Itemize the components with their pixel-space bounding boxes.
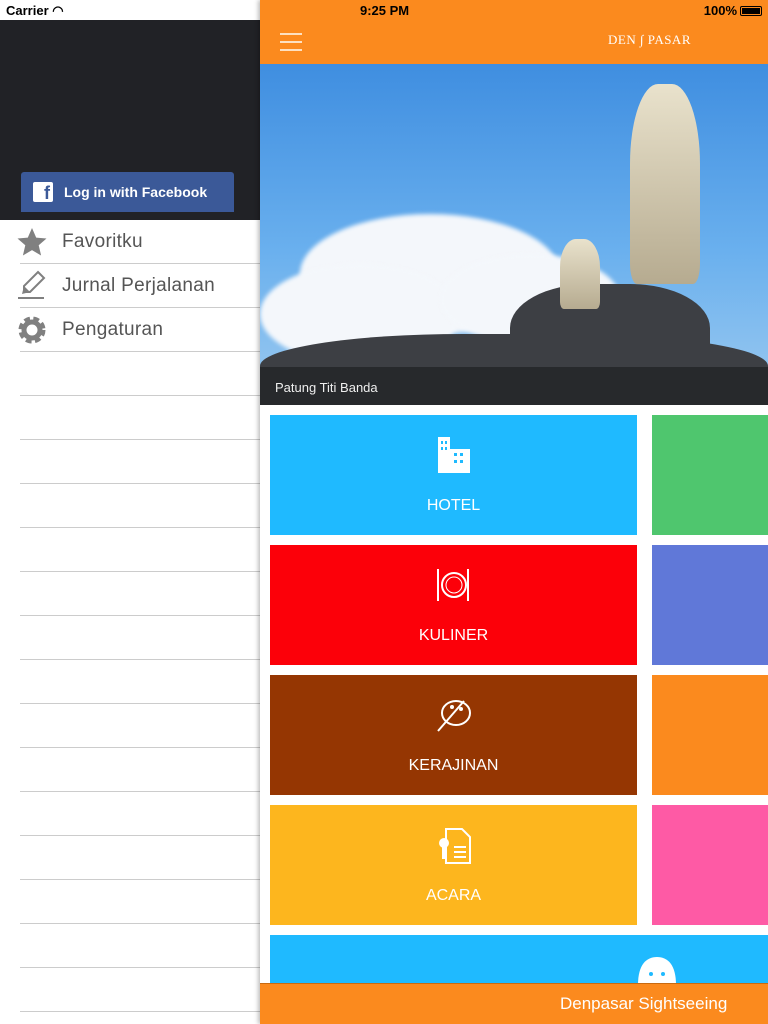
hero-image[interactable]: Patung Titi Banda bbox=[260, 64, 768, 405]
empty-row bbox=[20, 748, 260, 792]
time-label: 9:25 PM bbox=[360, 3, 410, 18]
sidebar: Carrier ◠ f Log in with Facebook Favoritk… bbox=[0, 0, 260, 1024]
empty-row bbox=[20, 704, 260, 748]
facebook-icon: f bbox=[33, 182, 53, 203]
empty-row bbox=[20, 792, 260, 836]
certificate-icon bbox=[438, 828, 471, 864]
tile-hotel[interactable]: HOTEL bbox=[270, 415, 637, 535]
sidebar-item-label: Jurnal Perjalanan bbox=[62, 274, 215, 296]
footer-bar: Denpasar Sightseeing bbox=[260, 983, 768, 1024]
tile-label: KULINER bbox=[418, 627, 489, 644]
footer-title: Denpasar Sightseeing bbox=[560, 994, 728, 1013]
sidebar-item-favoritku[interactable]: Favoritku bbox=[17, 220, 260, 264]
hero-caption: Patung Titi Banda bbox=[260, 367, 768, 405]
tile-side-orange[interactable] bbox=[652, 675, 768, 795]
plate-cutlery-icon bbox=[436, 569, 469, 601]
empty-row bbox=[20, 924, 260, 968]
tile-acara[interactable]: ACARA bbox=[270, 805, 637, 925]
empty-row bbox=[20, 484, 260, 528]
tile-kerajinan[interactable]: KERAJINAN bbox=[270, 675, 637, 795]
battery-status: 100% bbox=[704, 3, 762, 18]
tile-side-green[interactable] bbox=[652, 415, 768, 535]
gear-icon bbox=[18, 316, 46, 344]
empty-row bbox=[20, 572, 260, 616]
hamburger-menu-icon[interactable] bbox=[280, 33, 302, 57]
empty-row bbox=[20, 616, 260, 660]
empty-row bbox=[20, 880, 260, 924]
empty-row bbox=[20, 528, 260, 572]
empty-row bbox=[20, 352, 260, 396]
carrier-label: Carrier bbox=[6, 3, 49, 18]
tile-side-blue[interactable] bbox=[652, 545, 768, 665]
sidebar-item-pengaturan[interactable]: Pengaturan bbox=[18, 308, 260, 352]
pencil-icon bbox=[18, 270, 46, 299]
empty-row bbox=[20, 440, 260, 484]
sidebar-item-jurnal[interactable]: Jurnal Perjalanan bbox=[18, 264, 260, 308]
empty-row bbox=[20, 836, 260, 880]
star-icon bbox=[17, 228, 47, 256]
denpasar-logo: DEN ∫ PASAR bbox=[608, 32, 691, 47]
face-icon bbox=[638, 957, 676, 985]
facebook-login-label: Log in with Facebook bbox=[64, 184, 208, 200]
sidebar-item-label: Favoritku bbox=[62, 230, 143, 252]
tile-label: ACARA bbox=[425, 887, 482, 904]
facebook-login-button[interactable]: f Log in with Facebook bbox=[21, 172, 234, 212]
tile-wide[interactable] bbox=[270, 935, 768, 985]
tile-label: HOTEL bbox=[426, 497, 481, 514]
palette-icon bbox=[436, 700, 471, 732]
tile-label: KERAJINAN bbox=[408, 757, 499, 774]
nav-bar: DEN ∫ PASAR bbox=[260, 20, 768, 64]
hotel-icon bbox=[437, 437, 470, 473]
battery-label: 100% bbox=[703, 3, 737, 18]
empty-row bbox=[20, 968, 260, 1012]
battery-icon bbox=[740, 5, 762, 16]
status-bar: 9:25 PM 100% bbox=[260, 0, 768, 20]
status-bar-left: Carrier ◠ bbox=[0, 0, 260, 20]
empty-row bbox=[20, 396, 260, 440]
tile-side-pink[interactable] bbox=[652, 805, 768, 925]
sidebar-menu: Favoritku Jurnal Perjalanan Pengaturan bbox=[0, 220, 260, 1012]
sidebar-item-label: Pengaturan bbox=[62, 318, 164, 340]
main-panel: 9:25 PM 100% DEN ∫ PASAR Patung Titi Ban… bbox=[260, 0, 768, 1024]
tile-kuliner[interactable]: KULINER bbox=[270, 545, 637, 665]
empty-row bbox=[20, 660, 260, 704]
wifi-icon: ◠ bbox=[52, 3, 64, 18]
